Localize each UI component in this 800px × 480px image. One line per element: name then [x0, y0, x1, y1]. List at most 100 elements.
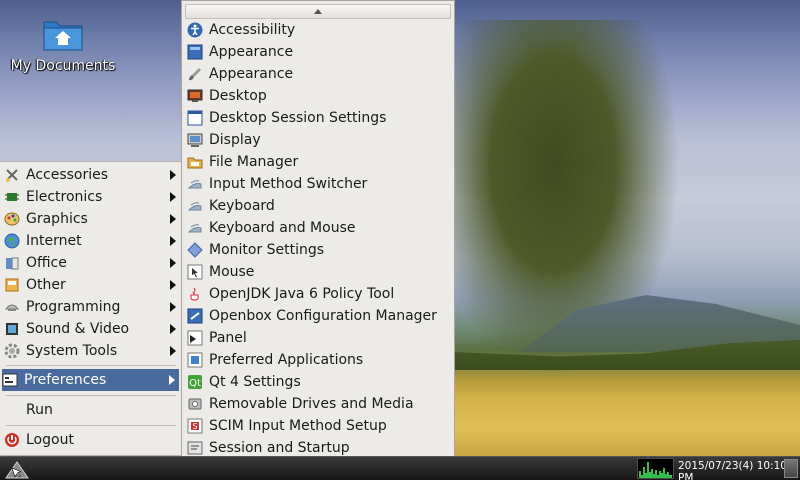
electronics-icon: [4, 189, 20, 205]
submenu-item-label: Display: [209, 132, 261, 148]
preferences-submenu: Accessibility Appearance Appearance Desk…: [181, 0, 455, 478]
menu-separator: [6, 395, 176, 396]
submenu-item-label: Monitor Settings: [209, 242, 325, 258]
menu-item-office[interactable]: Office: [4, 252, 180, 274]
menu-item-system-tools[interactable]: System Tools: [4, 340, 180, 362]
submenu-item-label: Openbox Configuration Manager: [209, 308, 437, 324]
menu-item-label: Preferences: [24, 372, 107, 388]
submenu-item-panel[interactable]: Panel: [187, 327, 451, 349]
menu-item-electronics[interactable]: Electronics: [4, 186, 180, 208]
submenu-item-input-method-switcher[interactable]: Input Method Switcher: [187, 173, 451, 195]
java-icon: [187, 286, 203, 302]
graphics-icon: [4, 211, 20, 227]
submenu-item-label: File Manager: [209, 154, 299, 170]
submenu-arrow-icon: [170, 280, 176, 290]
show-desktop-button[interactable]: [784, 459, 798, 478]
accessories-icon: [4, 167, 20, 183]
svg-text:Qt: Qt: [189, 378, 201, 389]
session-startup-icon: [187, 440, 203, 456]
submenu-item-label: Appearance: [209, 66, 294, 82]
menu-item-label: System Tools: [26, 343, 118, 359]
qt-icon: Qt: [187, 374, 203, 390]
submenu-item-accessibility[interactable]: Accessibility: [187, 19, 451, 41]
submenu-item-preferred-applications[interactable]: Preferred Applications: [187, 349, 451, 371]
submenu-item-qt4-settings[interactable]: Qt Qt 4 Settings: [187, 371, 451, 393]
submenu-item-openjdk-policy-tool[interactable]: OpenJDK Java 6 Policy Tool: [187, 283, 451, 305]
scroll-up-button[interactable]: [185, 4, 451, 19]
menu-item-label: Internet: [26, 233, 82, 249]
taskbar-clock[interactable]: 2015/07/23(4) 10:10 PM: [678, 460, 800, 480]
application-menu: Accessories Electronics Graphics Interne…: [0, 161, 182, 456]
submenu-arrow-icon: [169, 375, 175, 385]
start-menu-button[interactable]: [2, 458, 32, 480]
keyboard-mouse-icon: [187, 220, 203, 236]
menu-item-other[interactable]: Other: [4, 274, 180, 296]
submenu-item-label: SCIM Input Method Setup: [209, 418, 387, 434]
menu-item-logout[interactable]: Logout: [4, 429, 180, 451]
menu-item-sound-video[interactable]: Sound & Video: [4, 318, 180, 340]
submenu-item-removable-drives[interactable]: Removable Drives and Media: [187, 393, 451, 415]
cpu-monitor-widget[interactable]: [637, 458, 674, 479]
submenu-item-openbox-config[interactable]: Openbox Configuration Manager: [187, 305, 451, 327]
submenu-arrow-icon: [170, 214, 176, 224]
submenu-item-scim-setup[interactable]: S SCIM Input Method Setup: [187, 415, 451, 437]
menu-item-run[interactable]: Run: [4, 399, 180, 421]
preferences-icon: [2, 372, 18, 388]
submenu-item-keyboard-and-mouse[interactable]: Keyboard and Mouse: [187, 217, 451, 239]
menu-item-label: Accessories: [26, 167, 109, 183]
start-menu-icon: [5, 461, 29, 479]
submenu-arrow-icon: [170, 324, 176, 334]
submenu-item-desktop-session-settings[interactable]: Desktop Session Settings: [187, 107, 451, 129]
run-blank-icon: [4, 402, 20, 418]
file-manager-icon: [187, 154, 203, 170]
submenu-arrow-icon: [170, 192, 176, 202]
submenu-item-display[interactable]: Display: [187, 129, 451, 151]
menu-item-graphics[interactable]: Graphics: [4, 208, 180, 230]
appearance-icon: [187, 44, 203, 60]
removable-drive-icon: [187, 396, 203, 412]
menu-item-label: Office: [26, 255, 67, 271]
desktop-icon: [187, 88, 203, 104]
my-documents-desktop-icon[interactable]: My Documents: [8, 16, 118, 74]
submenu-item-keyboard[interactable]: Keyboard: [187, 195, 451, 217]
submenu-item-desktop[interactable]: Desktop: [187, 85, 451, 107]
office-icon: [4, 255, 20, 271]
desktop-icon-label: My Documents: [10, 58, 116, 74]
submenu-item-label: OpenJDK Java 6 Policy Tool: [209, 286, 395, 302]
submenu-item-label: Qt 4 Settings: [209, 374, 301, 390]
submenu-item-label: Accessibility: [209, 22, 296, 38]
submenu-item-appearance-2[interactable]: Appearance: [187, 63, 451, 85]
submenu-item-label: Panel: [209, 330, 247, 346]
submenu-item-mouse[interactable]: Mouse: [187, 261, 451, 283]
sound-video-icon: [4, 321, 20, 337]
input-method-icon: [187, 176, 203, 192]
cpu-graph-icon: [639, 462, 672, 478]
programming-icon: [4, 299, 20, 315]
menu-item-programming[interactable]: Programming: [4, 296, 180, 318]
menu-item-preferences[interactable]: Preferences: [2, 369, 179, 391]
other-icon: [4, 277, 20, 293]
submenu-item-monitor-settings[interactable]: Monitor Settings: [187, 239, 451, 261]
menu-item-label: Graphics: [26, 211, 88, 227]
submenu-item-label: Keyboard: [209, 198, 275, 214]
submenu-arrow-icon: [170, 258, 176, 268]
logout-power-icon: [4, 432, 20, 448]
submenu-item-appearance[interactable]: Appearance: [187, 41, 451, 63]
internet-globe-icon: [4, 233, 20, 249]
submenu-item-label: Keyboard and Mouse: [209, 220, 356, 236]
accessibility-icon: [187, 22, 203, 38]
submenu-item-file-manager[interactable]: File Manager: [187, 151, 451, 173]
session-settings-icon: [187, 110, 203, 126]
svg-text:S: S: [192, 422, 197, 431]
submenu-item-label: Session and Startup: [209, 440, 350, 456]
menu-separator: [6, 365, 176, 366]
menu-item-accessories[interactable]: Accessories: [4, 164, 180, 186]
mouse-icon: [187, 264, 203, 280]
submenu-arrow-icon: [170, 236, 176, 246]
menu-item-internet[interactable]: Internet: [4, 230, 180, 252]
preferred-apps-icon: [187, 352, 203, 368]
submenu-arrow-icon: [170, 346, 176, 356]
scim-icon: S: [187, 418, 203, 434]
display-icon: [187, 132, 203, 148]
panel-icon: [187, 330, 203, 346]
